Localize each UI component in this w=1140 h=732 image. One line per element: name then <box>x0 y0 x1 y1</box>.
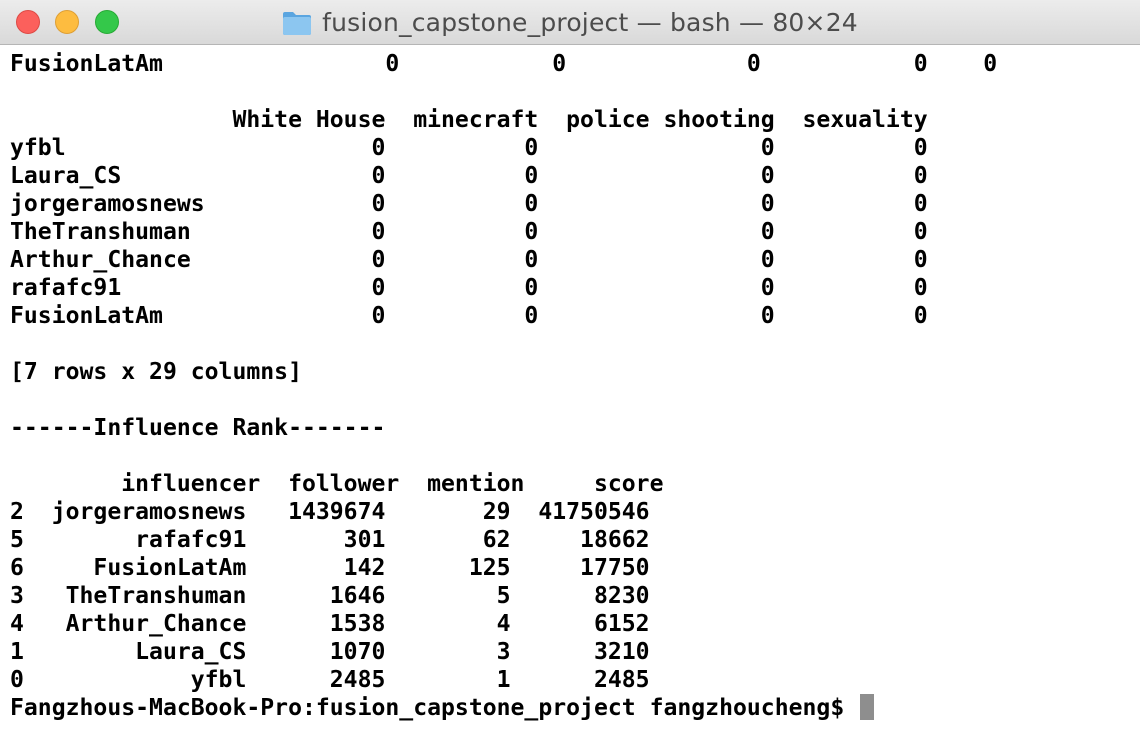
rank-table-header: influencer follower mention score <box>10 471 664 497</box>
terminal-window: fusion_capstone_project — bash — 80×24 F… <box>0 0 1140 732</box>
table-row: yfbl 0 0 0 0 <box>10 135 928 161</box>
shell-prompt: Fangzhous-MacBook-Pro:fusion_capstone_pr… <box>10 695 859 721</box>
rank-table-row: 6 FusionLatAm 142 125 17750 <box>10 555 650 581</box>
table-row: Arthur_Chance 0 0 0 0 <box>10 247 928 273</box>
title-bar[interactable]: fusion_capstone_project — bash — 80×24 <box>0 0 1140 45</box>
prompt-line[interactable]: Fangzhous-MacBook-Pro:fusion_capstone_pr… <box>10 694 1130 722</box>
window-title-area: fusion_capstone_project — bash — 80×24 <box>0 0 1140 45</box>
folder-icon <box>282 10 312 36</box>
text-cursor <box>860 694 875 720</box>
table-row: TheTranshuman 0 0 0 0 <box>10 219 928 245</box>
table-row: Laura_CS 0 0 0 0 <box>10 163 928 189</box>
window-title: fusion_capstone_project — bash — 80×24 <box>322 8 858 37</box>
rank-table-row: 0 yfbl 2485 1 2485 <box>10 667 650 693</box>
table-row: FusionLatAm 0 0 0 0 <box>10 303 928 329</box>
table-row: jorgeramosnews 0 0 0 0 <box>10 191 928 217</box>
table-size-summary: [7 rows x 29 columns] <box>10 359 302 385</box>
rank-table-row: 2 jorgeramosnews 1439674 29 41750546 <box>10 499 650 525</box>
terminal-line: FusionLatAm 0 0 0 0 0 <box>10 51 998 77</box>
rank-table-row: 4 Arthur_Chance 1538 4 6152 <box>10 611 650 637</box>
rank-table-row: 5 rafafc91 301 62 18662 <box>10 527 650 553</box>
table-header-line: White House minecraft police shooting se… <box>10 107 928 133</box>
terminal-output[interactable]: FusionLatAm 0 0 0 0 0 White House minecr… <box>10 50 1130 726</box>
rank-table-row: 1 Laura_CS 1070 3 3210 <box>10 639 650 665</box>
section-heading: ------Influence Rank------- <box>10 415 386 441</box>
table-row: rafafc91 0 0 0 0 <box>10 275 928 301</box>
rank-table-row: 3 TheTranshuman 1646 5 8230 <box>10 583 650 609</box>
